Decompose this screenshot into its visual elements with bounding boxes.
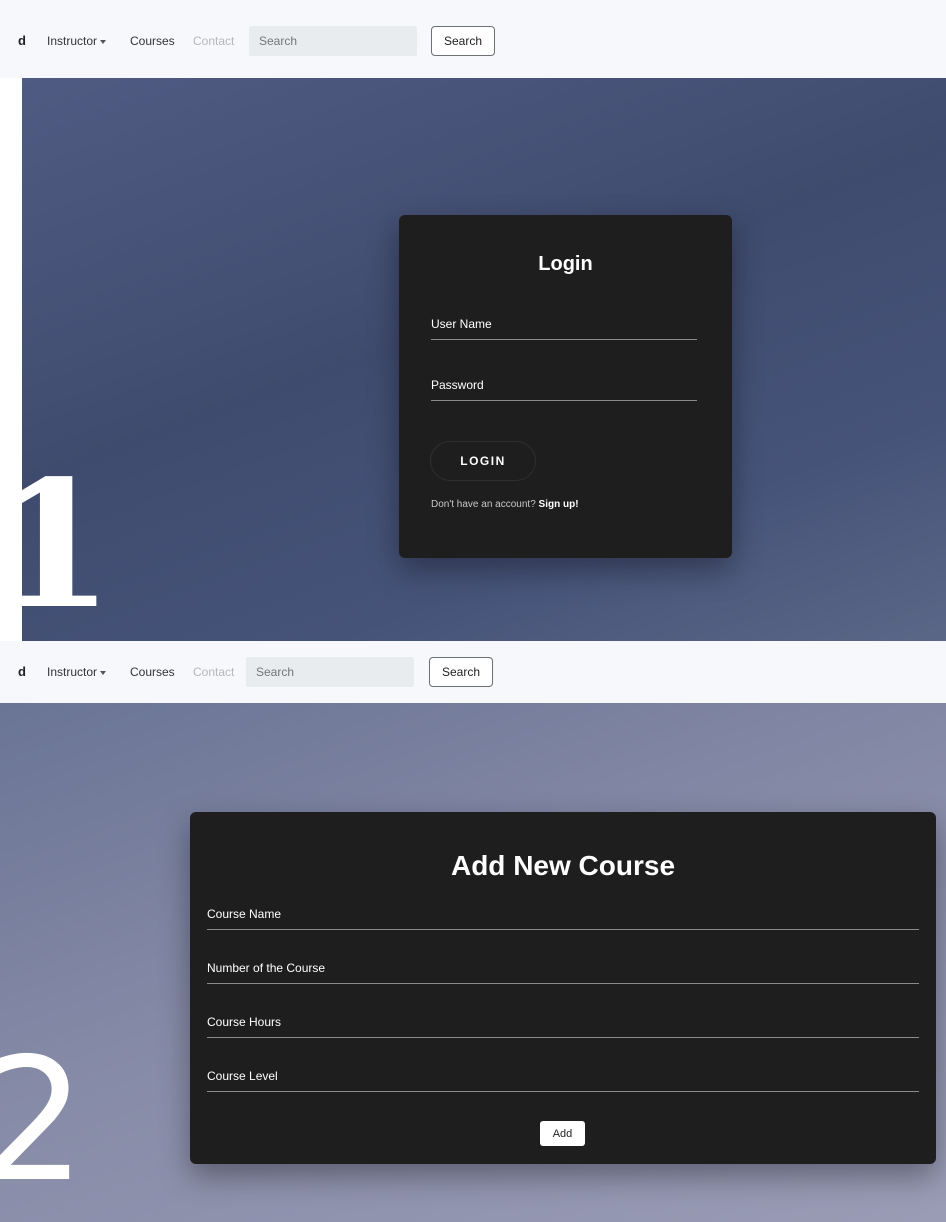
username-field (431, 315, 697, 340)
top-navbar: d Instructor Courses Contact Search (0, 641, 946, 703)
top-navbar: d Instructor Courses Contact Search (0, 0, 946, 78)
signup-link[interactable]: Sign up! (539, 499, 579, 510)
add-course-screen: d Instructor Courses Contact Search 2 Ad… (0, 641, 946, 1222)
search-button[interactable]: Search (429, 657, 493, 687)
course-number-input[interactable] (207, 961, 919, 983)
add-course-card: Add New Course Add (190, 812, 936, 1164)
search-button[interactable]: Search (431, 26, 495, 56)
course-hours-field (207, 1013, 919, 1038)
nav-instructor-label: Instructor (47, 665, 98, 679)
course-name-input[interactable] (207, 907, 919, 929)
course-number-field (207, 959, 919, 984)
password-field (431, 376, 697, 401)
search-input[interactable] (249, 26, 417, 56)
course-name-field (207, 905, 919, 930)
login-card: Login LOGIN Don't have an account? Sign … (399, 215, 732, 558)
step-number: 2 (0, 1022, 87, 1220)
nav-contact-link: Contact (193, 34, 235, 48)
signup-prompt-text: Don't have an account? (431, 499, 536, 510)
nav-contact-link: Contact (193, 665, 235, 679)
course-hours-input[interactable] (207, 1015, 919, 1037)
step-number: 1 (0, 443, 114, 641)
login-screen: d Instructor Courses Contact Search 1 Lo… (0, 0, 946, 641)
username-input[interactable] (431, 317, 697, 339)
signup-prompt: Don't have an account? Sign up! (431, 499, 579, 510)
login-title: Login (399, 253, 732, 276)
nav-instructor-label: Instructor (47, 34, 98, 48)
login-button[interactable]: LOGIN (430, 441, 536, 481)
brand-logo[interactable]: d (18, 33, 26, 48)
caret-down-icon (100, 670, 107, 675)
caret-down-icon (100, 39, 107, 44)
password-input[interactable] (431, 378, 697, 400)
nav-courses-link[interactable]: Courses (130, 665, 175, 679)
nav-instructor-dropdown[interactable]: Instructor (47, 665, 107, 679)
brand-logo[interactable]: d (18, 664, 26, 679)
course-level-field (207, 1067, 919, 1092)
search-input[interactable] (246, 657, 414, 687)
nav-instructor-dropdown[interactable]: Instructor (47, 34, 107, 48)
add-course-button[interactable]: Add (540, 1121, 585, 1146)
login-title-text: Login (538, 253, 593, 275)
course-level-input[interactable] (207, 1069, 919, 1091)
add-course-title: Add New Course (450, 850, 676, 881)
nav-courses-link[interactable]: Courses (130, 34, 175, 48)
